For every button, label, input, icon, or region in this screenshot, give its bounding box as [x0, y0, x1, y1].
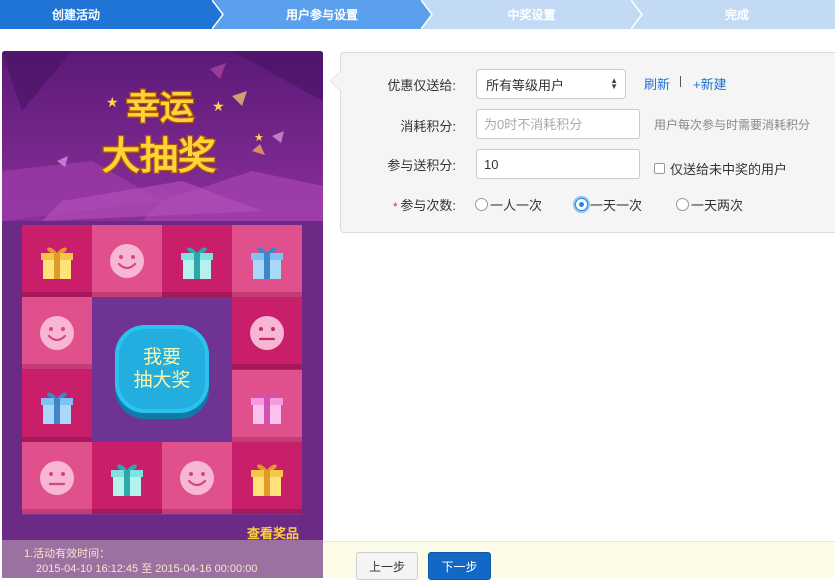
- gift-icon: [181, 247, 213, 279]
- grid-center: 我要 抽大奖: [92, 297, 232, 442]
- step-complete[interactable]: 完成: [631, 0, 835, 29]
- step-label: 完成: [724, 8, 749, 22]
- smiley-icon: [180, 461, 214, 495]
- star-icon: ★: [106, 95, 119, 111]
- grid-cell-neutral: [232, 297, 302, 369]
- gift-icon: [111, 464, 143, 496]
- radio-label: 一天两次: [691, 198, 744, 213]
- only-non-winners-label: 仅送给未中奖的用户: [670, 162, 788, 177]
- star-icon: ★: [254, 131, 264, 144]
- gift-icon: [41, 247, 73, 279]
- title-line1: 幸运: [126, 88, 194, 128]
- radio-once-per-day[interactable]: 一天一次: [575, 195, 642, 214]
- wizard-footer: 上一步 下一步: [323, 541, 835, 580]
- next-step-button[interactable]: 下一步: [428, 552, 491, 580]
- radio-once-per-person[interactable]: 一人一次: [475, 195, 542, 214]
- dropdown-caret-icon: ▲ ▼: [610, 76, 618, 91]
- grid-cell-gift: [162, 225, 232, 297]
- radio-circle-selected[interactable]: [575, 198, 588, 211]
- smiley-icon: [110, 244, 144, 278]
- gift-icon: [41, 392, 73, 424]
- lottery-header-art: ★ ★ ★ ★ 幸运 大抽奖: [2, 51, 323, 221]
- participation-times-label: * 参与次数:: [393, 195, 456, 214]
- smiley-icon: [40, 316, 74, 350]
- gift-icon: [251, 392, 283, 424]
- validity-label: 1.活动有效时间：: [24, 548, 111, 560]
- gift-icon: [251, 464, 283, 496]
- wizard-stepper: 创建活动 用户参与设置 中奖设置 完成: [0, 0, 835, 29]
- times-label-text: 参与次数:: [400, 198, 456, 213]
- gift-icon: [251, 247, 283, 279]
- radio-label: 一天一次: [590, 198, 643, 213]
- only-non-winners-checkbox[interactable]: 仅送给未中奖的用户: [654, 159, 787, 178]
- draw-button-line1: 我要: [142, 346, 181, 368]
- prev-step-button[interactable]: 上一步: [356, 552, 418, 580]
- send-to-label: 优惠仅送给:: [387, 78, 456, 93]
- draw-button-line2: 抽大奖: [133, 369, 191, 391]
- validity-info: 1.活动有效时间： 2015-04-10 16:12:45 至 2015-04-…: [2, 540, 323, 578]
- draw-button[interactable]: 我要 抽大奖: [115, 325, 209, 413]
- participation-settings-panel: 优惠仅送给: 所有等级用户 ▲▼ 刷新 +新建 消耗积分: 用户每次参与时需要消…: [330, 52, 835, 233]
- grid-cell-gift: [232, 442, 302, 514]
- grid-cell-gift: [232, 370, 302, 442]
- new-level-link[interactable]: +新建: [693, 74, 727, 93]
- radio-circle[interactable]: [676, 198, 689, 211]
- step-label: 创建活动: [51, 8, 100, 22]
- consume-points-hint: 用户每次参与时需要消耗积分: [654, 118, 811, 132]
- grid-cell-gift: [92, 442, 162, 514]
- send-to-select[interactable]: 所有等级用户 ▲ ▼: [476, 69, 626, 99]
- validity-range: 2015-04-10 16:12:45 至 2015-04-16 00:00:0…: [36, 563, 258, 575]
- consume-points-label: 消耗积分:: [400, 119, 456, 134]
- send-to-value: 所有等级用户: [486, 77, 565, 93]
- reward-points-label: 参与送积分:: [387, 158, 456, 173]
- step-label: 中奖设置: [507, 8, 556, 22]
- required-marker: *: [393, 201, 398, 213]
- lottery-preview: ★ ★ ★ ★ 幸运 大抽奖 我要 抽大奖 查看奖品 1.活动有效时间： 201…: [2, 51, 323, 578]
- checkbox-box[interactable]: [654, 163, 665, 174]
- step-label: 用户参与设置: [285, 8, 358, 22]
- radio-circle[interactable]: [475, 198, 488, 211]
- lottery-grid: 我要 抽大奖: [22, 225, 302, 515]
- grid-cell-gift: [232, 225, 302, 297]
- grid-cell-gift: [22, 225, 92, 297]
- grid-cell-smiley: [92, 225, 162, 297]
- star-icon: ★: [212, 99, 225, 115]
- title-line2: 大抽奖: [102, 134, 216, 178]
- neutral-face-icon: [250, 316, 284, 350]
- step-create-activity[interactable]: 创建活动: [0, 0, 232, 29]
- radio-twice-per-day[interactable]: 一天两次: [676, 195, 743, 214]
- panel-pointer-fill: [331, 71, 341, 91]
- radio-label: 一人一次: [490, 198, 543, 213]
- step-prize-settings[interactable]: 中奖设置: [421, 0, 642, 29]
- grid-cell-gift: [22, 370, 92, 442]
- link-separator: [680, 76, 681, 87]
- grid-cell-smiley: [162, 442, 232, 514]
- refresh-link[interactable]: 刷新: [644, 74, 670, 93]
- step-user-participation[interactable]: 用户参与设置: [212, 0, 432, 29]
- grid-cell-smiley: [22, 297, 92, 369]
- reward-points-input[interactable]: [476, 149, 640, 179]
- grid-cell-neutral: [22, 442, 92, 514]
- consume-points-input[interactable]: [476, 109, 640, 139]
- neutral-face-icon: [40, 461, 74, 495]
